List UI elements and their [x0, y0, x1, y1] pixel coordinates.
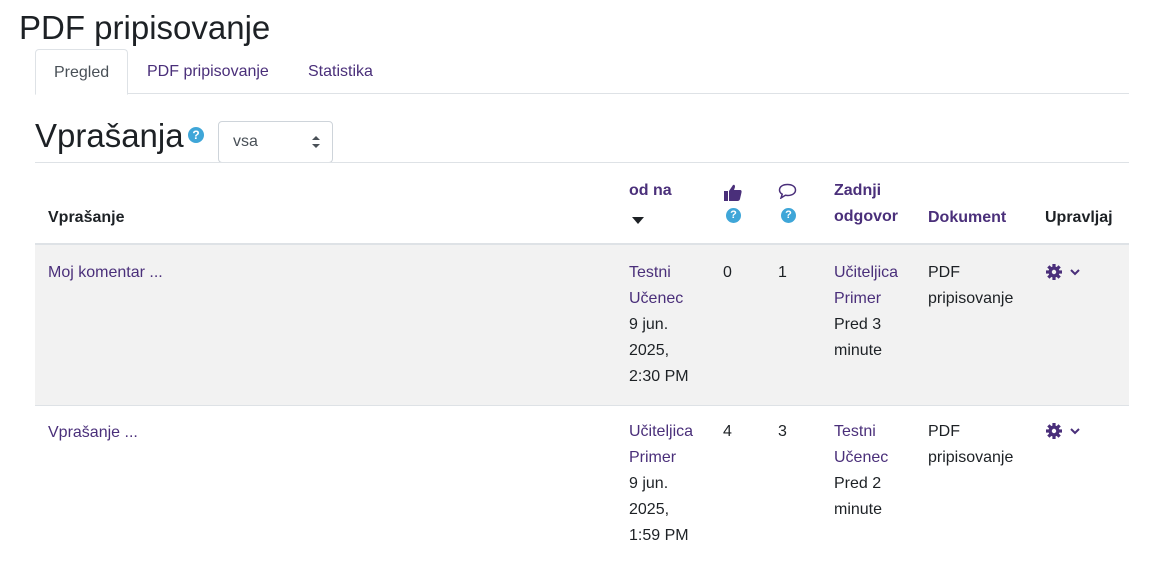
- manage-menu[interactable]: [1046, 264, 1086, 287]
- last-author-line2: Učenec: [834, 449, 889, 466]
- last-author-line1: Testni: [834, 423, 876, 440]
- manage-menu[interactable]: [1046, 423, 1086, 446]
- author-cell: Učiteljica Primer 9 jun. 2025, 1:59 PM: [629, 419, 693, 549]
- likes-count: 0: [723, 264, 732, 281]
- date-line2: 2025,: [629, 501, 670, 518]
- last-author-line1: Učiteljica: [834, 264, 899, 281]
- author-line2: Primer: [629, 449, 677, 466]
- header-question: Vprašanje: [48, 209, 125, 226]
- section-divider: [35, 162, 1129, 163]
- sort-arrows-icon: [312, 136, 320, 148]
- date-line1: 9 jun.: [629, 475, 669, 492]
- author-line2: Učenec: [629, 290, 684, 307]
- last-reply-author-link[interactable]: Testni Učenec: [834, 419, 888, 471]
- gear-icon: [1046, 264, 1080, 280]
- last-reply-author-link[interactable]: Učiteljica Primer: [834, 260, 898, 312]
- last-reply-cell: Učiteljica Primer Pred 3 minute: [834, 260, 898, 364]
- comments-help-icon[interactable]: ?: [781, 208, 796, 223]
- date-line2: 2025,: [629, 342, 670, 359]
- header-last-reply-line2: odgovor: [834, 208, 898, 225]
- last-time-line1: Pred 3: [834, 316, 882, 333]
- tab-statistika[interactable]: Statistika: [290, 49, 391, 95]
- header-document[interactable]: Dokument: [928, 205, 1006, 231]
- header-manage: Upravljaj: [1045, 209, 1113, 226]
- thumbs-up-icon: [724, 184, 742, 201]
- document-line2: pripisovanje: [928, 290, 1014, 307]
- document-cell: PDF pripisovanje: [928, 260, 1013, 312]
- author-link[interactable]: Učiteljica Primer: [629, 419, 693, 471]
- date-line3: 2:30 PM: [629, 368, 689, 385]
- row-divider: [35, 405, 1129, 406]
- date-line3: 1:59 PM: [629, 527, 689, 544]
- last-time-line2: minute: [834, 501, 883, 518]
- author-link[interactable]: Testni Učenec: [629, 260, 689, 312]
- comment-icon: [778, 183, 797, 199]
- comments-count: 1: [778, 264, 787, 281]
- tab-pdf-pripisovanje[interactable]: PDF pripisovanje: [129, 49, 287, 95]
- filter-select[interactable]: vsa: [218, 121, 333, 163]
- header-from-label: od na: [629, 182, 672, 199]
- likes-count: 4: [723, 423, 732, 440]
- question-link[interactable]: Vprašanje ...: [48, 420, 138, 446]
- page-title: PDF pripisovanje: [19, 9, 271, 46]
- document-cell: PDF pripisovanje: [928, 419, 1013, 471]
- comments-count: 3: [778, 423, 787, 440]
- gear-icon: [1046, 423, 1080, 439]
- document-line1: PDF: [928, 423, 960, 440]
- document-line2: pripisovanje: [928, 449, 1014, 466]
- last-time-line1: Pred 2: [834, 475, 882, 492]
- likes-help-icon[interactable]: ?: [726, 208, 741, 223]
- question-link[interactable]: Moj komentar ...: [48, 260, 163, 286]
- author-line1: Učiteljica: [629, 423, 694, 440]
- last-author-line2: Primer: [834, 290, 882, 307]
- sort-desc-icon[interactable]: [632, 217, 644, 225]
- tab-pregled[interactable]: Pregled: [35, 49, 129, 95]
- last-reply-cell: Testni Učenec Pred 2 minute: [834, 419, 888, 523]
- section-title: Vprašanja: [35, 117, 184, 154]
- header-last-reply-line1: Zadnji: [834, 182, 882, 199]
- author-cell: Testni Učenec 9 jun. 2025, 2:30 PM: [629, 260, 689, 390]
- author-line1: Testni: [629, 264, 671, 281]
- tab-bar: Pregled PDF pripisovanje Statistika: [35, 49, 1129, 95]
- header-last-reply[interactable]: Zadnji odgovor: [834, 178, 898, 230]
- document-line1: PDF: [928, 264, 960, 281]
- filter-select-value: vsa: [233, 133, 258, 150]
- last-time-line2: minute: [834, 342, 883, 359]
- header-from-sort[interactable]: od na: [629, 178, 672, 204]
- date-line1: 9 jun.: [629, 316, 669, 333]
- help-icon[interactable]: ?: [188, 127, 204, 143]
